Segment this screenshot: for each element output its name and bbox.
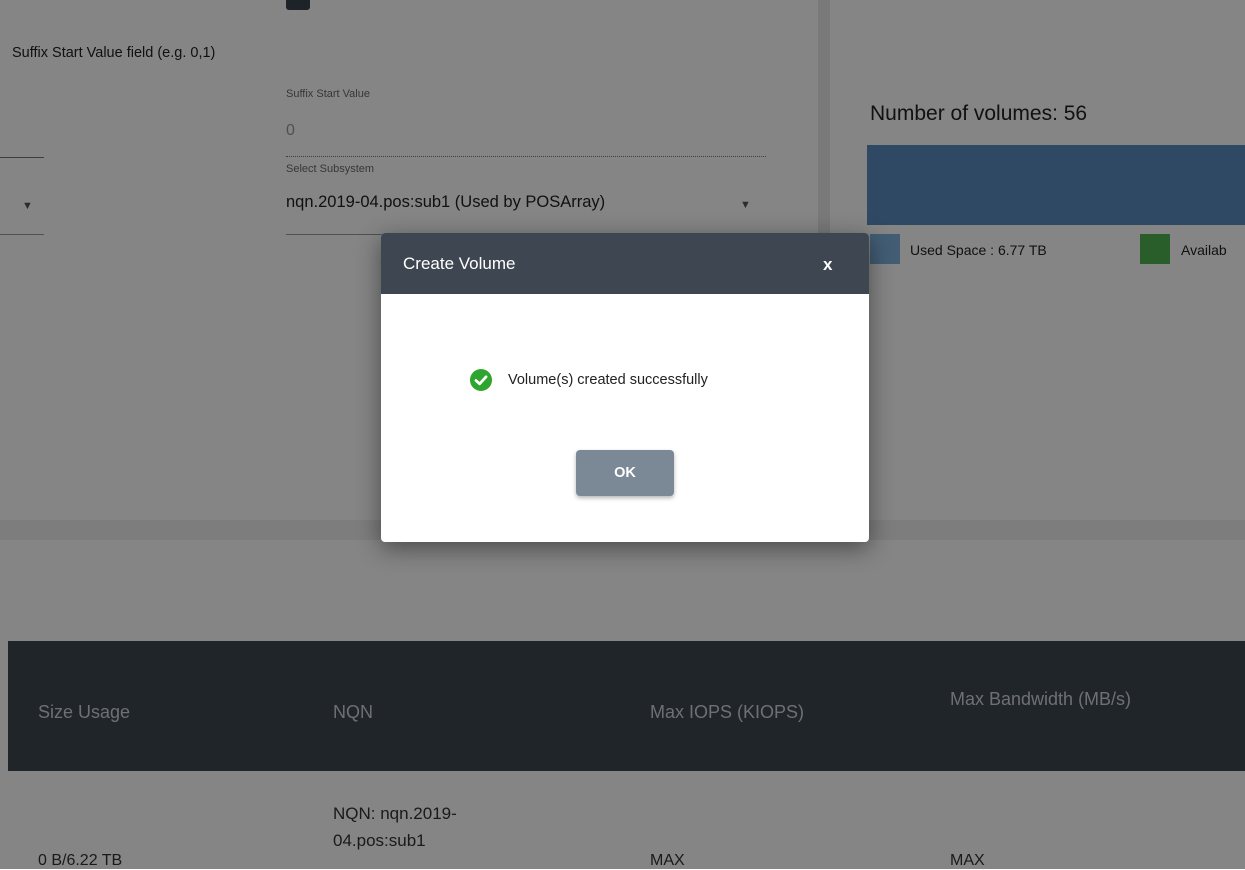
create-volume-dialog: Create Volume x Volume(s) created succes…	[381, 233, 869, 542]
close-button[interactable]: x	[823, 255, 832, 275]
success-message: Volume(s) created successfully	[508, 372, 708, 388]
check-circle-icon	[470, 369, 492, 391]
success-message-row: Volume(s) created successfully	[470, 369, 708, 391]
dialog-header: Create Volume x	[381, 233, 869, 294]
ok-button[interactable]: OK	[576, 450, 674, 496]
dialog-title: Create Volume	[403, 254, 516, 273]
